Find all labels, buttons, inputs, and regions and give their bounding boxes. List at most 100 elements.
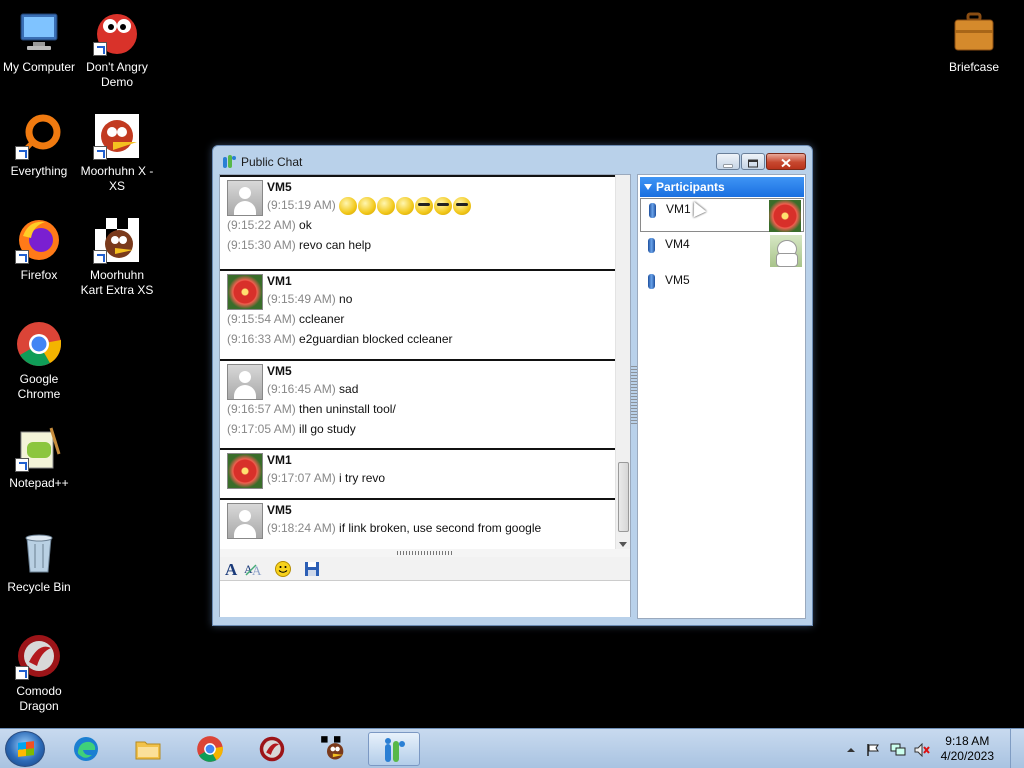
message-time: (9:15:49 AM) — [267, 292, 336, 306]
user-avatar — [227, 274, 263, 310]
taskbar-file-explorer[interactable] — [122, 732, 174, 766]
desktop-icon-google-chrome[interactable]: Google Chrome — [0, 320, 78, 402]
taskbar: 9:18 AM 4/20/2023 — [0, 728, 1024, 768]
message-text: i try revo — [339, 471, 386, 485]
desktop-icon-moorhuhn-x[interactable]: Moorhuhn X - XS — [78, 112, 156, 194]
message-input[interactable] — [220, 582, 630, 617]
scrollbar-thumb[interactable] — [618, 462, 629, 532]
svg-text:A: A — [252, 563, 262, 578]
user-status-icon — [648, 274, 655, 289]
participant-item[interactable]: VM1 — [640, 198, 804, 232]
message-line: (9:15:54 AM) ccleaner — [227, 309, 616, 329]
message-text: if link broken, use second from google — [339, 521, 542, 535]
desktop-icon-label: Briefcase — [948, 60, 1000, 74]
desktop-icon-my-computer[interactable]: My Computer — [0, 8, 78, 75]
participants-header[interactable]: Participants — [640, 177, 804, 197]
network-icon[interactable] — [890, 742, 906, 756]
desktop-icon-everything[interactable]: Everything — [0, 112, 78, 179]
desktop-icon-notepad-plus-plus[interactable]: Notepad++ — [0, 424, 78, 491]
message-time: (9:16:33 AM) — [227, 332, 296, 346]
everything-search-icon — [15, 112, 63, 160]
participant-item[interactable]: VM5 — [640, 270, 804, 304]
folder-icon — [134, 735, 162, 763]
taskbar-moorhuhn[interactable] — [308, 732, 360, 766]
message-line: (9:18:24 AM) if link broken, use second … — [267, 518, 616, 538]
window-title: Public Chat — [241, 155, 303, 169]
desktop-icon-label: Moorhuhn Kart Extra XS — [80, 268, 154, 297]
desktop-icon-label: Don't Angry Demo — [86, 60, 148, 89]
window-title-bar[interactable]: Public Chat — [213, 146, 812, 176]
message-line: (9:16:33 AM) e2guardian blocked ccleaner — [227, 329, 616, 349]
desktop-icon-dont-angry[interactable]: Don't Angry Demo — [78, 8, 156, 90]
moorhuhn-kart-icon — [93, 216, 141, 264]
desktop-icon-label: Google Chrome — [17, 372, 61, 401]
user-avatar — [227, 180, 263, 216]
minimize-button[interactable] — [716, 153, 740, 170]
cool-emoticon-icon — [453, 196, 472, 215]
maximize-button[interactable] — [741, 153, 765, 170]
close-button[interactable] — [766, 153, 806, 170]
message-line: (9:17:07 AM) i try revo — [267, 468, 616, 488]
message-scrollbar[interactable] — [615, 175, 630, 549]
font-button[interactable]: A — [224, 560, 240, 579]
horizontal-splitter[interactable] — [220, 549, 630, 557]
message-text: revo can help — [299, 238, 372, 252]
system-clock[interactable]: 9:18 AM 4/20/2023 — [941, 734, 994, 764]
public-chat-window: Public Chat VM5 (9:15:19 AM) (9:15:22 AM… — [212, 145, 813, 626]
desktop-icon-moorhuhn-kart[interactable]: Moorhuhn Kart Extra XS — [78, 216, 156, 298]
message-time: (9:15:19 AM) — [267, 198, 336, 212]
message-history[interactable]: VM5 (9:15:19 AM) (9:15:22 AM) ok (9:15:3… — [220, 175, 616, 549]
taskbar-comodo-dragon[interactable] — [246, 732, 298, 766]
taskbar-edge[interactable] — [60, 732, 112, 766]
message-sender: VM5 — [267, 364, 292, 378]
message-line: (9:16:45 AM) sad — [267, 379, 616, 399]
message-line: (9:17:05 AM) ill go study — [227, 419, 616, 439]
scroll-down-arrow-icon[interactable] — [619, 542, 627, 547]
start-button[interactable] — [5, 731, 45, 767]
participant-avatar — [770, 235, 802, 267]
svg-text:A: A — [225, 560, 238, 578]
show-desktop-button[interactable] — [1010, 729, 1024, 768]
action-center-flag-icon[interactable] — [866, 742, 880, 756]
message-group: VM5 (9:18:24 AM) if link broken, use sec… — [220, 498, 616, 548]
briefcase-icon — [950, 8, 998, 56]
save-button[interactable] — [304, 560, 320, 578]
desktop-icon-label: Recycle Bin — [7, 580, 71, 594]
desktop-icon-firefox[interactable]: Firefox — [0, 216, 78, 283]
volume-muted-icon[interactable] — [914, 742, 930, 758]
taskbar-public-chat[interactable] — [368, 732, 420, 766]
user-avatar — [227, 453, 263, 489]
recycle-bin-icon — [15, 528, 63, 576]
message-line: (9:15:19 AM) — [267, 195, 616, 215]
minimize-icon — [723, 152, 733, 171]
moorhuhn-chicken-icon — [93, 112, 141, 160]
message-time: (9:15:30 AM) — [227, 238, 296, 252]
desktop-icon-briefcase[interactable]: Briefcase — [935, 8, 1013, 75]
shortcut-arrow-icon — [15, 458, 29, 472]
chat-app-icon — [222, 154, 236, 169]
desktop-icon-label: Notepad++ — [9, 476, 69, 490]
message-time: (9:15:54 AM) — [227, 312, 296, 326]
shortcut-arrow-icon — [15, 666, 29, 680]
shortcut-arrow-icon — [93, 146, 107, 160]
text-color-button[interactable]: AA — [244, 560, 264, 578]
chat-app-icon — [381, 736, 409, 764]
show-hidden-icons-button[interactable] — [844, 742, 858, 756]
message-text: no — [339, 292, 353, 306]
close-icon — [781, 152, 791, 171]
notepad-plus-plus-icon — [15, 424, 63, 472]
desktop-icon-recycle-bin[interactable]: Recycle Bin — [0, 528, 78, 595]
cool-emoticon-icon — [434, 196, 453, 215]
tongue-emoticon-icon — [396, 196, 415, 215]
participant-avatar — [769, 200, 801, 232]
message-line: (9:16:57 AM) then uninstall tool/ — [227, 399, 616, 419]
desktop-icon-label: Everything — [10, 164, 68, 178]
taskbar-chrome[interactable] — [184, 732, 236, 766]
desktop-icon-comodo-dragon[interactable]: Comodo Dragon — [0, 632, 78, 714]
message-text: e2guardian blocked ccleaner — [299, 332, 453, 346]
save-floppy-icon — [305, 562, 319, 576]
message-sender: VM1 — [267, 274, 292, 288]
emoticon-button[interactable] — [274, 560, 292, 578]
message-time: (9:17:05 AM) — [227, 422, 296, 436]
participant-item[interactable]: VM4 — [640, 234, 804, 268]
